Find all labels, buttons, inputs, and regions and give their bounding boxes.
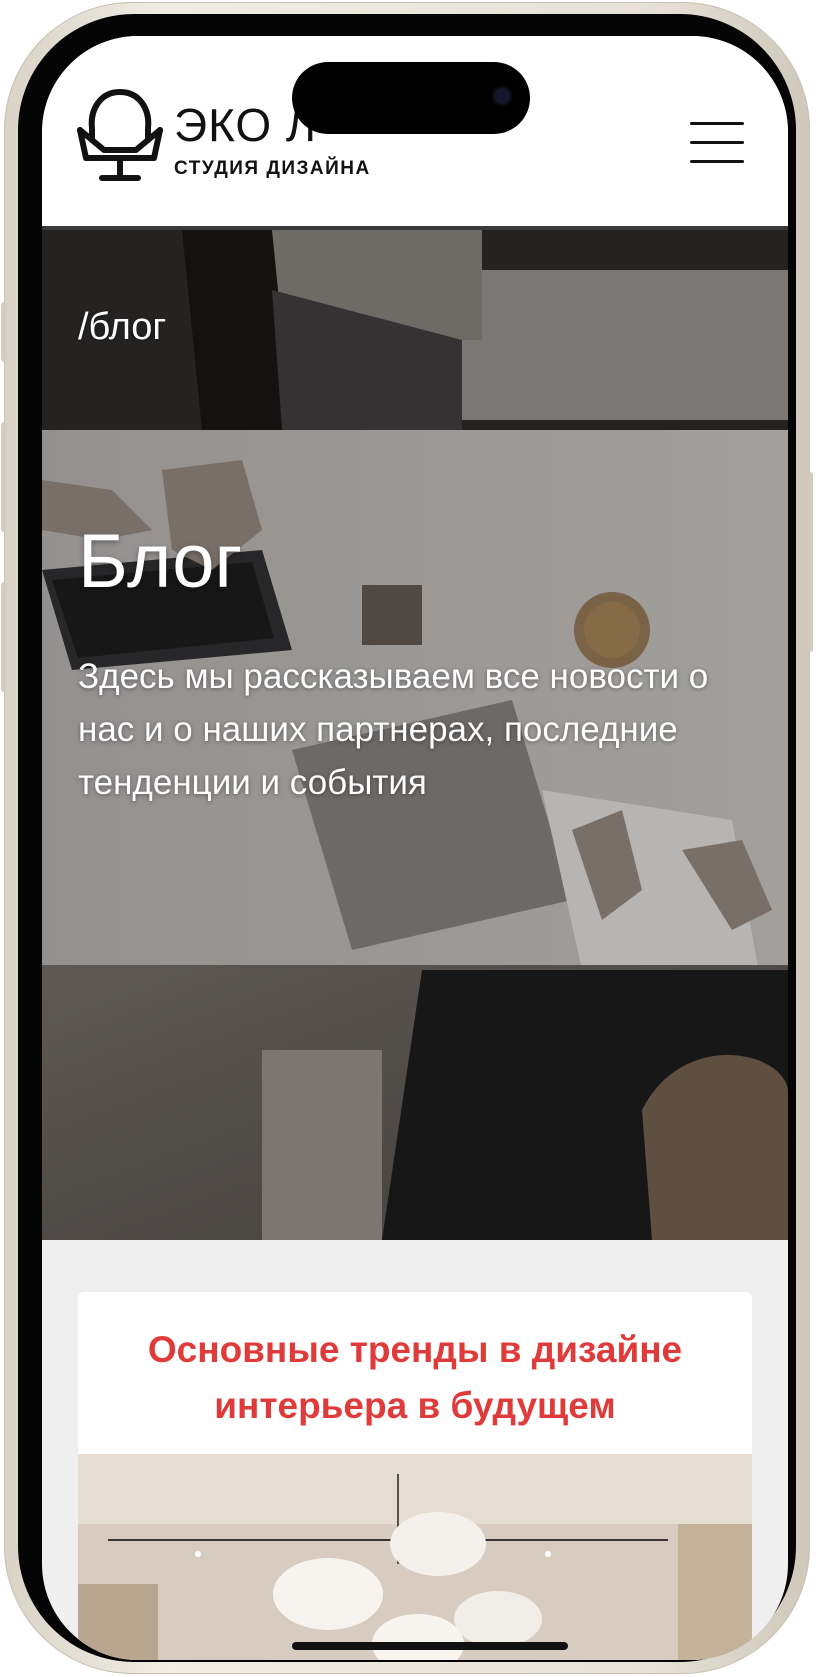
phone-side-button: [807, 472, 813, 652]
phone-frame: ЭКО Л СТУДИЯ ДИЗАЙНА /блог Блог Здесь мы…: [1, 2, 813, 1674]
phone-screen: ЭКО Л СТУДИЯ ДИЗАЙНА /блог Блог Здесь мы…: [42, 36, 788, 1660]
phone-side-button: [1, 582, 7, 692]
dynamic-island: [292, 62, 530, 134]
blog-post-image: [78, 1454, 752, 1660]
blog-post-title[interactable]: Основные тренды в дизайне интерьера в бу…: [78, 1322, 752, 1434]
breadcrumb[interactable]: /блог: [78, 306, 166, 349]
phone-bezel: ЭКО Л СТУДИЯ ДИЗАЙНА /блог Блог Здесь мы…: [18, 14, 796, 1662]
hero-section: /блог Блог Здесь мы рассказываем все нов…: [42, 230, 788, 1240]
front-camera: [494, 88, 510, 104]
phone-side-button: [1, 302, 7, 362]
page-title: Блог: [78, 519, 243, 604]
home-indicator[interactable]: [292, 1642, 568, 1650]
brand-subtitle: СТУДИЯ ДИЗАЙНА: [174, 158, 371, 179]
phone-side-button: [1, 422, 7, 532]
armchair-icon[interactable]: [76, 88, 164, 184]
hero-description: Здесь мы рассказываем все новости о нас …: [78, 657, 709, 802]
hamburger-menu-icon[interactable]: [690, 122, 744, 164]
blog-post-card[interactable]: Основные тренды в дизайне интерьера в бу…: [78, 1292, 752, 1660]
